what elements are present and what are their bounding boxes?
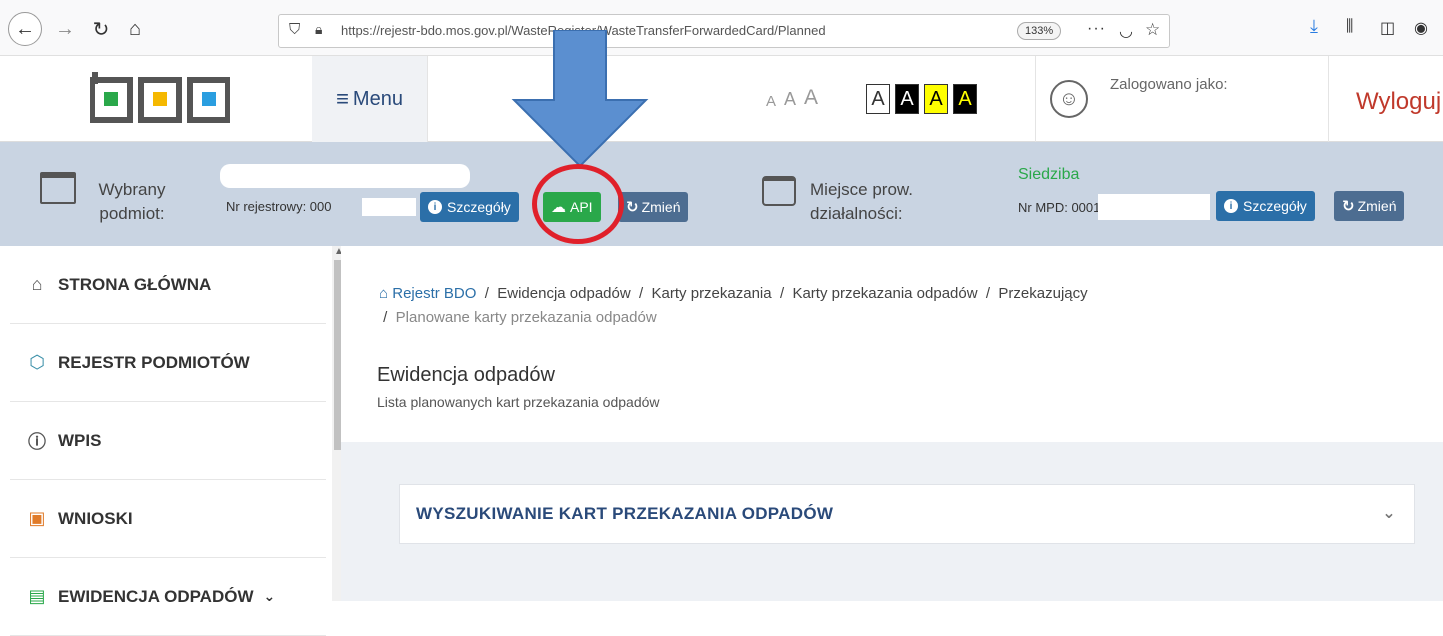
breadcrumb-item[interactable]: Przekazujący: [998, 285, 1087, 302]
breadcrumb-current: Planowane karty przekazania odpadów: [395, 309, 657, 326]
font-size-switcher: A A A: [766, 86, 818, 110]
library-icon[interactable]: ⫼: [1346, 18, 1353, 36]
change-label: Zmień: [641, 199, 681, 215]
contrast-black-white[interactable]: A: [895, 84, 919, 114]
info-circle-icon: ⓘ: [28, 431, 46, 452]
sidebar-item-label: WNIOSKI: [58, 508, 133, 528]
window-icon: [40, 172, 76, 204]
breadcrumb-item[interactable]: Karty przekazania: [652, 285, 772, 302]
change2-label: Zmień: [1357, 198, 1397, 214]
page-title: Ewidencja odpadów: [377, 364, 555, 386]
selected-entity-label: Wybrany podmiot:: [98, 180, 166, 223]
contrast-black-yellow[interactable]: A: [953, 84, 977, 114]
sidebar-item-label: WPIS: [58, 430, 102, 450]
logged-in-label: Zalogowano jako:: [1110, 76, 1228, 93]
archive-icon: ▤: [28, 586, 46, 606]
menu-button[interactable]: ≡ Menu: [312, 56, 428, 142]
briefcase-icon: ▣: [28, 508, 46, 528]
contrast-yellow-black[interactable]: A: [924, 84, 948, 114]
font-size-medium[interactable]: A: [784, 89, 796, 110]
address-bar[interactable]: ⛉ 🔒︎ https://rejestr-bdo.mos.gov.pl/Wast…: [278, 14, 1170, 48]
header-divider: [1035, 56, 1036, 142]
redacted-area: [220, 164, 470, 188]
font-size-small[interactable]: A: [766, 93, 776, 110]
chevron-down-icon: ⌄: [263, 588, 276, 604]
pocket-icon[interactable]: ◡: [1119, 21, 1133, 41]
back-icon[interactable]: ←: [8, 12, 42, 46]
hamburger-icon: ≡: [336, 86, 349, 111]
annotation-circle: [532, 164, 624, 244]
logout-link[interactable]: Wyloguj: [1356, 88, 1441, 116]
redacted-area: [1098, 194, 1210, 220]
download-icon[interactable]: ⤓: [1310, 16, 1318, 37]
context-bar: Wybrany podmiot: Nr rejestrowy: 000 i Sz…: [0, 142, 1443, 246]
search-panel-title: WYSZUKIWANIE KART PRZEKAZANIA ODPADÓW: [416, 504, 834, 523]
sidebar-toggle-icon[interactable]: ◫: [1380, 18, 1395, 38]
refresh-icon: ↻: [1342, 198, 1355, 215]
home-icon: ⌂: [31, 274, 43, 294]
sidebar-item-label: EWIDENCJA ODPADÓW: [58, 586, 254, 606]
bdo-logo[interactable]: [90, 72, 230, 124]
page-subtitle: Lista planowanych kart przekazania odpad…: [377, 394, 660, 410]
page-actions-icon[interactable]: ···: [1087, 20, 1106, 38]
sidebar: ⌂ STRONA GŁÓWNA ⬡ REJESTR PODMIOTÓW ⓘ WP…: [10, 246, 348, 636]
bookmark-star-icon[interactable]: ☆: [1145, 20, 1160, 40]
sidebar-item-ewidencja[interactable]: ▤ EWIDENCJA ODPADÓW ⌄: [10, 558, 326, 636]
sidebar-item-label: STRONA GŁÓWNA: [58, 274, 212, 294]
main-content: ⌂ Rejestr BDO / Ewidencja odpadów / Kart…: [341, 246, 1443, 601]
refresh-icon: ↻: [626, 199, 639, 216]
breadcrumb-item[interactable]: Ewidencja odpadów: [497, 285, 630, 302]
redacted-area: [362, 198, 416, 216]
forward-icon[interactable]: →: [50, 14, 80, 44]
zoom-badge[interactable]: 133%: [1017, 22, 1062, 40]
menu-label: Menu: [352, 87, 403, 110]
location-box-icon: [762, 176, 796, 206]
breadcrumb-item[interactable]: Karty przekazania odpadów: [792, 285, 977, 302]
info-icon: i: [428, 200, 442, 214]
tracking-shield-icon[interactable]: ⛉: [289, 21, 300, 38]
user-icon: ☺: [1050, 80, 1088, 118]
lock-icon[interactable]: 🔒︎: [315, 21, 322, 38]
header-divider: [1328, 56, 1329, 142]
font-size-large[interactable]: A: [804, 86, 818, 110]
entity-details-button[interactable]: i Szczegóły: [420, 192, 519, 222]
place-label: Miejsce prow. działalności:: [810, 180, 913, 223]
account-icon[interactable]: ◉: [1414, 18, 1428, 38]
contrast-switcher: A A A A: [866, 84, 977, 114]
search-panel-header[interactable]: WYSZUKIWANIE KART PRZEKAZANIA ODPADÓW ⌄: [399, 484, 1415, 544]
place-details-button[interactable]: i Szczegóły: [1216, 191, 1315, 221]
sidebar-item-label: REJESTR PODMIOTÓW: [58, 352, 250, 372]
breadcrumb: ⌂ Rejestr BDO / Ewidencja odpadów / Kart…: [379, 285, 1088, 326]
mpd-number: Nr MPD: 0001: [1018, 200, 1101, 215]
info-icon: i: [1224, 199, 1238, 213]
annotation-arrow: [511, 30, 649, 168]
chevron-down-icon[interactable]: ⌄: [1382, 503, 1396, 523]
reload-icon[interactable]: ↻: [86, 14, 116, 44]
sidebar-item-home[interactable]: ⌂ STRONA GŁÓWNA: [10, 246, 326, 324]
browser-toolbar: ← → ↻ ⌂ ⛉ 🔒︎ https://rejestr-bdo.mos.gov…: [0, 0, 1443, 56]
breadcrumb-home[interactable]: ⌂ Rejestr BDO: [379, 285, 476, 302]
contrast-default[interactable]: A: [866, 84, 890, 114]
sidebar-item-registry[interactable]: ⬡ REJESTR PODMIOTÓW: [10, 324, 326, 402]
home-icon[interactable]: ⌂: [120, 14, 150, 44]
cube-icon: ⬡: [29, 352, 45, 372]
change-place-button[interactable]: ↻ Zmień: [1334, 191, 1405, 221]
registration-number: Nr rejestrowy: 000: [226, 199, 332, 214]
change-entity-button[interactable]: ↻ Zmień: [618, 192, 689, 222]
siedziba-label: Siedziba: [1018, 166, 1080, 183]
breadcrumb-home-label[interactable]: Rejestr BDO: [392, 285, 476, 302]
details-label: Szczegóły: [447, 199, 511, 215]
app-header: ≡ Menu A A A A A A A ☺ Zalogowano jako: …: [0, 56, 1443, 142]
sidebar-item-wpis[interactable]: ⓘ WPIS: [10, 402, 326, 480]
sidebar-item-wnioski[interactable]: ▣ WNIOSKI: [10, 480, 326, 558]
details2-label: Szczegóły: [1243, 198, 1307, 214]
